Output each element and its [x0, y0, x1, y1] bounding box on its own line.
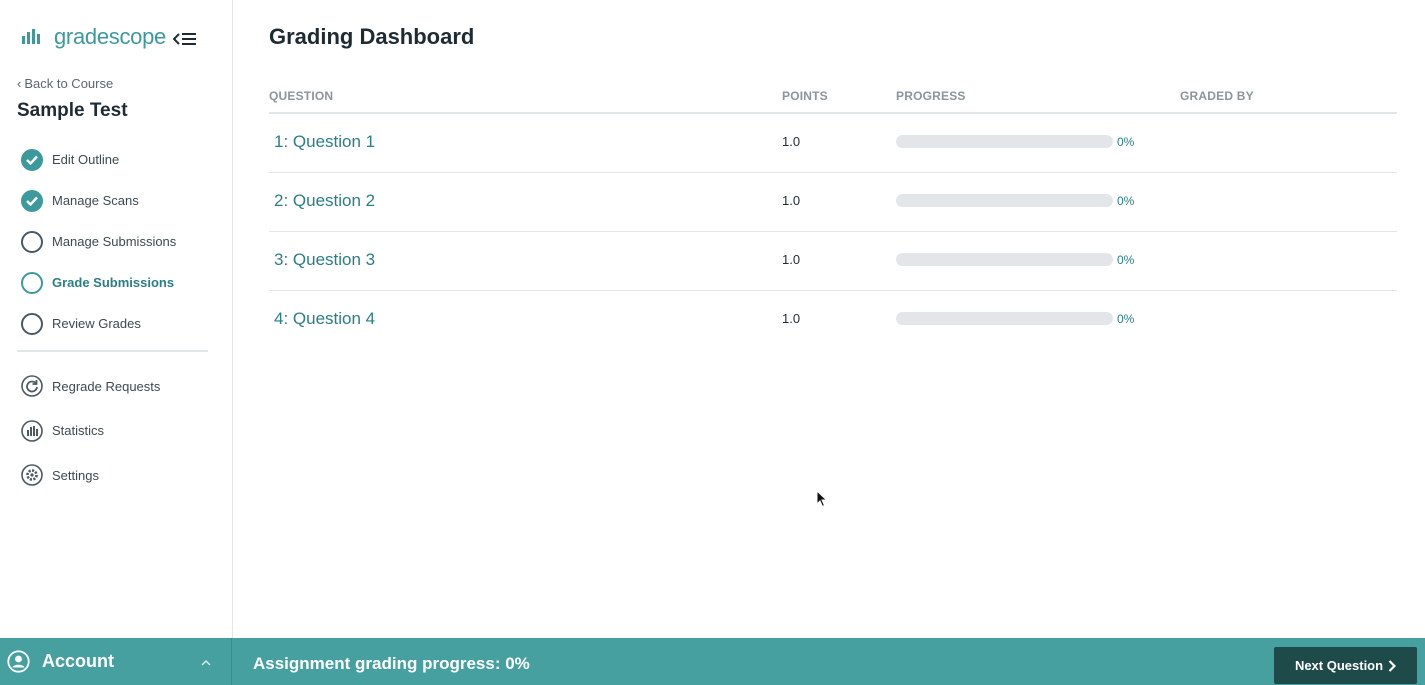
table-row: 4: Question 4 1.0 0%	[269, 291, 1397, 350]
assignment-progress-text: Assignment grading progress: 0%	[253, 654, 530, 673]
progress-percent: 0%	[1117, 194, 1135, 208]
brand[interactable]: gradescope	[21, 24, 166, 50]
column-header-question: QUESTION	[269, 89, 334, 103]
next-question-button[interactable]: Next Question	[1274, 647, 1417, 684]
sidebar-item-statistics[interactable]: Statistics	[0, 409, 232, 454]
progress-percent: 0%	[1117, 253, 1135, 267]
app: gradescope ‹ Back to Course Sample Test E…	[0, 0, 1425, 685]
step-label: Review Grades	[52, 316, 141, 331]
sidebar-item-label: Settings	[52, 467, 99, 483]
progress-percent: 0%	[1117, 312, 1135, 326]
column-header-progress: PROGRESS	[896, 89, 966, 103]
gear-icon	[21, 464, 43, 487]
progress-bar	[896, 312, 1113, 325]
sidebar-item-label: Regrade Requests	[52, 378, 161, 394]
step-review-grades[interactable]: Review Grades	[0, 303, 232, 344]
chevron-right-icon	[1388, 659, 1397, 672]
points-value: 1.0	[782, 252, 801, 267]
sidebar-tools: Regrade Requests Statistics Settings	[0, 364, 232, 498]
step-label: Manage Submissions	[52, 234, 177, 249]
table-header: QUESTION POINTS PROGRESS GRADED BY	[269, 80, 1397, 114]
checkmark-icon	[21, 189, 43, 212]
step-manage-submissions[interactable]: Manage Submissions	[0, 221, 232, 262]
account-menu-toggle[interactable]: Account	[0, 638, 232, 685]
table-row: 2: Question 2 1.0 0%	[269, 173, 1397, 232]
column-header-graded-by: GRADED BY	[1180, 89, 1254, 103]
progress-bar	[896, 194, 1113, 207]
next-question-label: Next Question	[1294, 658, 1384, 673]
refresh-icon	[21, 375, 43, 398]
table-row: 1: Question 1 1.0 0%	[269, 114, 1397, 173]
progress-percent: 0%	[1117, 135, 1135, 149]
back-to-course-label: Back to Course	[24, 76, 114, 91]
step-edit-outline[interactable]: Edit Outline	[0, 139, 232, 180]
chevron-left-icon: ‹	[17, 76, 22, 91]
sidebar: gradescope ‹ Back to Course Sample Test E…	[0, 0, 233, 638]
progress-bar	[896, 253, 1113, 266]
sidebar-divider	[17, 350, 208, 352]
question-link[interactable]: 4: Question 4	[274, 309, 375, 329]
assignment-title: Sample Test	[17, 100, 128, 121]
step-label: Grade Submissions	[52, 275, 175, 290]
step-manage-scans[interactable]: Manage Scans	[0, 180, 232, 221]
question-link[interactable]: 1: Question 1	[274, 132, 375, 152]
points-value: 1.0	[782, 311, 801, 326]
column-header-points: POINTS	[782, 89, 828, 103]
account-label: Account	[42, 651, 114, 671]
back-to-course-link[interactable]: ‹ Back to Course	[17, 76, 113, 91]
user-avatar-icon	[7, 650, 30, 673]
step-label: Edit Outline	[52, 152, 120, 167]
brand-name: gradescope	[54, 24, 166, 49]
questions-table: QUESTION POINTS PROGRESS GRADED BY 1: Qu…	[269, 80, 1397, 350]
gradescope-logo-icon	[22, 29, 40, 44]
progress-bar	[896, 135, 1113, 148]
step-grade-submissions[interactable]: Grade Submissions	[0, 262, 232, 303]
footer-bar: Account Assignment grading progress: 0% …	[0, 638, 1425, 685]
table-row: 3: Question 3 1.0 0%	[269, 232, 1397, 291]
sidebar-item-regrade-requests[interactable]: Regrade Requests	[0, 364, 232, 409]
step-label: Manage Scans	[52, 193, 139, 208]
collapse-sidebar-icon[interactable]	[173, 29, 197, 49]
points-value: 1.0	[782, 193, 801, 208]
main-content: Grading Dashboard QUESTION POINTS PROGRE…	[233, 0, 1425, 638]
bar-chart-icon	[21, 419, 43, 442]
points-value: 1.0	[782, 134, 801, 149]
empty-circle-icon	[21, 230, 43, 253]
question-link[interactable]: 2: Question 2	[274, 191, 375, 211]
sidebar-item-label: Statistics	[52, 423, 105, 439]
question-link[interactable]: 3: Question 3	[274, 250, 375, 270]
current-step-circle-icon	[21, 271, 43, 294]
empty-circle-icon	[21, 312, 43, 335]
sidebar-item-settings[interactable]: Settings	[0, 453, 232, 498]
chevron-up-icon	[201, 660, 211, 666]
workflow-steps: Edit Outline Manage Scans Manage Submiss…	[0, 139, 232, 344]
mouse-cursor-icon	[816, 490, 828, 508]
checkmark-icon	[21, 148, 43, 171]
page-title: Grading Dashboard	[269, 24, 475, 49]
